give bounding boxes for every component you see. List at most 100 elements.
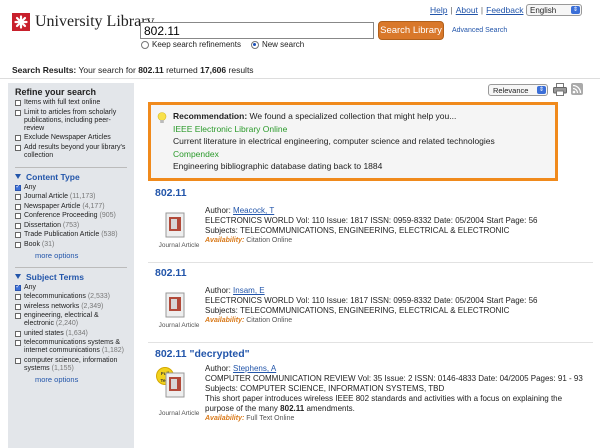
result-title-link[interactable]: 802.11 "decrypted" [155,348,590,360]
result-item: 802.11 Journal Article Author: Insam, E … [155,267,590,329]
print-icon[interactable] [553,83,567,96]
result-subjects: Subjects: TELECOMMUNICATIONS, ENGINEERIN… [205,306,510,315]
facet-option[interactable]: telecommunications systems & internet co… [15,339,127,355]
sort-select[interactable]: Relevance ⇕ [488,84,548,96]
results-count: 17,606 [200,65,227,75]
facet-option[interactable]: engineering, electrical & electronic (2,… [15,312,127,328]
results-summary-prefix: Search Results: [12,65,77,75]
language-select[interactable]: English ⇕ [526,4,582,16]
subject-terms-more-options-link[interactable]: more options [35,375,127,384]
rss-feed-icon[interactable] [571,83,583,95]
checkbox[interactable] [15,357,21,364]
checkbox[interactable] [15,100,21,106]
recommendation-label: Recommendation: [173,111,248,121]
logo-emblem-icon [12,13,30,31]
keep-refinements-radio[interactable] [141,40,149,49]
result-type: Journal Article [158,322,200,329]
content-type-facet-toggle[interactable]: Content Type [15,166,127,182]
checkbox[interactable] [15,283,21,291]
result-item: 802.11 "decrypted" Full Text Journal Art… [155,348,590,422]
checkbox[interactable] [15,294,21,300]
checkbox[interactable] [15,144,21,151]
keep-refinements-label: Keep search refinements [152,40,241,49]
checkbox[interactable] [15,313,21,319]
content-type-more-options-link[interactable]: more options [35,251,127,260]
triangle-down-icon [15,274,21,279]
result-body: Author: Meacock, T ELECTRONICS WORLD Vol… [205,206,585,246]
result-source: ELECTRONICS WORLD Vol: 110 Issue: 1817 I… [205,216,538,225]
subject-terms-facet-toggle[interactable]: Subject Terms [15,266,127,282]
result-title-link[interactable]: 802.11 [155,267,590,279]
library-logo[interactable]: University Library [12,13,155,31]
checkbox[interactable] [15,213,21,219]
chevron-updown-icon: ⇕ [571,6,580,14]
facet-option[interactable]: Journal Article (11,173) [15,193,127,201]
journal-article-icon [165,292,185,318]
facet-option[interactable]: Conference Proceeding (905) [15,212,127,220]
search-library-button[interactable]: Search Library [378,21,444,40]
top-links: Help | About | Feedback | [430,5,529,15]
availability-value: Full Text Online [246,415,295,422]
result-body: Author: Insam, E ELECTRONICS WORLD Vol: … [205,286,585,326]
feedback-link[interactable]: Feedback [486,5,523,15]
header: University Library Help | About | Feedba… [0,0,600,60]
facet-option[interactable]: Dissertation (753) [15,222,127,230]
results-query: 802.11 [138,65,164,75]
recommendation-box: Recommendation: We found a specialized c… [148,102,558,181]
facet-option[interactable]: wireless networks (2,349) [15,303,127,311]
checkbox[interactable] [15,330,21,337]
facet-option[interactable]: united states (1,634) [15,330,127,338]
facet-option[interactable]: Any [15,283,127,292]
refine-option[interactable]: Items with full text online [15,99,127,107]
checkbox[interactable] [15,222,21,229]
checkbox[interactable] [15,203,21,210]
search-mode-radios: Keep search refinements New search [141,40,314,49]
journal-article-icon [165,372,185,398]
result-type: Journal Article [158,242,200,249]
refine-title: Refine your search [15,87,97,97]
about-link[interactable]: About [456,5,478,15]
author-link[interactable]: Insam, E [233,286,265,295]
refine-option[interactable]: Exclude Newspaper Articles [15,134,127,142]
checkbox[interactable] [15,232,21,238]
refine-option[interactable]: Limit to articles from scholarly publica… [15,109,127,133]
chevron-updown-icon: ⇕ [537,86,546,94]
checkbox[interactable] [15,303,21,310]
checkbox[interactable] [15,109,21,116]
result-item: 802.11 Journal Article Author: Meacock, … [155,187,590,249]
refine-sidebar: Refine your search Items with full text … [8,83,134,448]
sort-value: Relevance [493,85,529,95]
recommendation-link-ieee[interactable]: IEEE Electronic Library Online [173,123,548,136]
header-divider [0,78,600,79]
facet-option[interactable]: telecommunications (2,533) [15,293,127,301]
facet-option[interactable]: Any [15,183,127,192]
facet-option[interactable]: Book (31) [15,241,127,249]
result-source: COMPUTER COMMUNICATION REVIEW Vol: 35 Is… [205,374,583,383]
facet-option[interactable]: Trade Publication Article (538) [15,231,127,239]
result-divider [148,262,593,263]
facet-option[interactable]: Newspaper Article (4,177) [15,203,127,211]
result-divider [148,342,593,343]
advanced-search-link[interactable]: Advanced Search [452,27,507,34]
checkbox[interactable] [15,241,21,248]
result-title-link[interactable]: 802.11 [155,187,590,199]
author-link[interactable]: Stephens, A [233,364,276,373]
facet-option[interactable]: computer science, information systems (1… [15,357,127,373]
recommendation-text: We found a specialized collection that m… [249,111,457,121]
checkbox[interactable] [15,135,21,141]
new-search-radio[interactable] [250,40,259,49]
search-input[interactable] [140,22,374,39]
author-link[interactable]: Meacock, T [233,206,274,215]
logo-text: University Library [35,13,155,30]
refine-option[interactable]: Add results beyond your library's collec… [15,144,127,160]
lightbulb-icon [157,112,167,123]
checkbox[interactable] [15,183,21,191]
help-link[interactable]: Help [430,5,447,15]
results-summary: Search Results: Your search for 802.11 r… [12,65,254,75]
checkbox[interactable] [15,194,21,200]
checkbox[interactable] [15,340,21,346]
recommendation-desc: Engineering bibliographic database datin… [173,161,383,171]
recommendation-link-compendex[interactable]: Compendex [173,148,548,161]
result-subjects: Subjects: COMPUTER SCIENCE, INFORMATION … [205,384,445,393]
new-search-label: New search [261,40,305,49]
